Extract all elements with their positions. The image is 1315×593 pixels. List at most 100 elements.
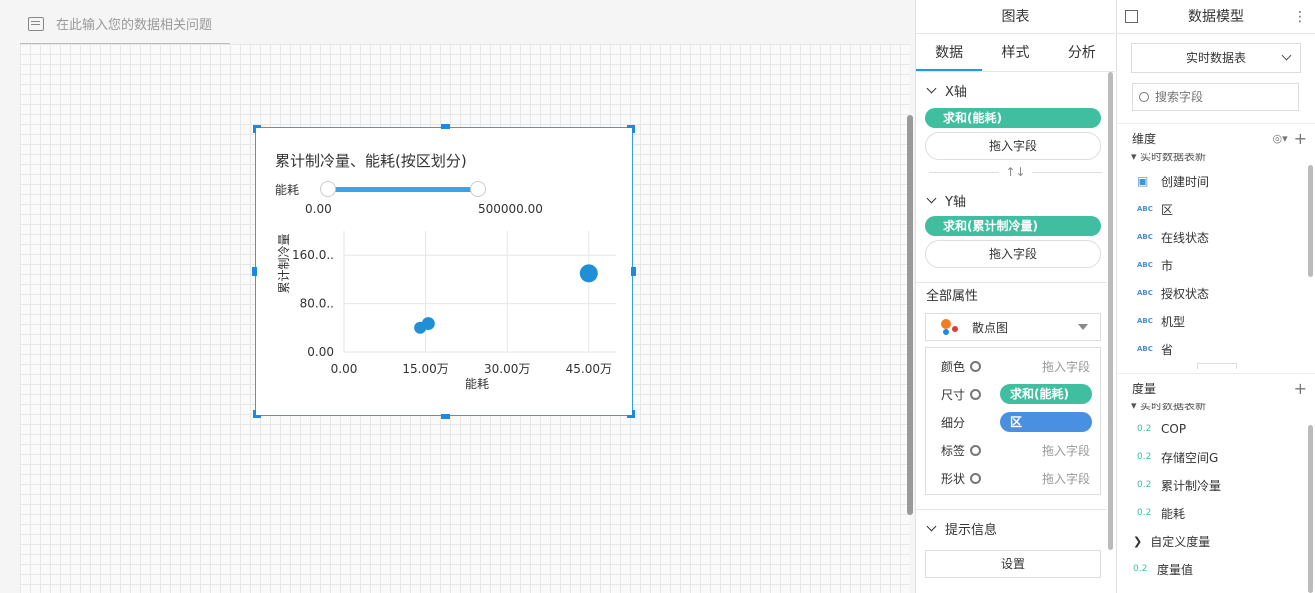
dimension-item[interactable]: ABC 市: [1117, 251, 1315, 279]
collapse-panel-icon[interactable]: [1125, 10, 1138, 23]
measure-item-label: 存储空间G: [1161, 450, 1219, 465]
dimension-item[interactable]: ABC 授权状态: [1117, 279, 1315, 307]
dimension-item[interactable]: ▣ 创建时间: [1117, 167, 1315, 195]
chart-type-select[interactable]: 散点图: [925, 313, 1101, 341]
field-search-input[interactable]: [1155, 90, 1285, 104]
scatter-point[interactable]: [579, 264, 598, 283]
measure-group[interactable]: ▾ 实时数据表新: [1117, 403, 1315, 415]
prop-detail[interactable]: 细分 区: [926, 408, 1100, 436]
tab-data[interactable]: 数据: [916, 34, 983, 71]
resize-handle-bottom[interactable]: [441, 414, 450, 419]
chart-widget[interactable]: 累计制冷量、能耗(按区划分) 能耗 0.00 500000.00 0.00 15.…: [252, 124, 636, 419]
dimension-item[interactable]: ABC 在线状态: [1117, 223, 1315, 251]
tab-analysis[interactable]: 分析: [1049, 34, 1115, 71]
list-resize-handle[interactable]: [1197, 363, 1237, 369]
x-axis-section-header[interactable]: X轴: [916, 72, 1115, 108]
scatter-plot[interactable]: 0.00 15.00万 30.00万 45.00万 0.00 80.0.. 160.0.. 能…: [256, 223, 632, 413]
dimension-scrollbar[interactable]: [1308, 165, 1313, 277]
range-slider-min-knob[interactable]: [320, 181, 336, 197]
prop-shape-label: 形状: [941, 471, 966, 486]
range-slider-max-knob[interactable]: [470, 181, 486, 197]
measure-item[interactable]: 0.2 累计制冷量: [1117, 471, 1315, 499]
measure-scrollbar[interactable]: [1308, 425, 1313, 593]
resize-handle-tr[interactable]: [627, 125, 635, 133]
dimension-group-label: 实时数据表新: [1140, 153, 1207, 163]
chevron-down-icon: [926, 193, 937, 203]
tab-style[interactable]: 样式: [982, 34, 1048, 71]
number-type-icon: 0.2: [1137, 424, 1152, 434]
prop-detail-pill[interactable]: 区: [1000, 412, 1092, 432]
measure-item-label: 能耗: [1161, 506, 1186, 521]
gear-icon[interactable]: [970, 472, 982, 484]
text-type-icon: ABC: [1137, 261, 1153, 269]
prop-color-label: 颜色: [941, 359, 966, 374]
x-axis-field-pill[interactable]: 求和(能耗): [925, 108, 1101, 128]
measure-group-label: 实时数据表新: [1140, 403, 1207, 412]
resize-handle-top[interactable]: [441, 124, 450, 129]
add-dimension-icon[interactable]: +: [1294, 129, 1307, 148]
gear-icon[interactable]: [970, 360, 982, 372]
tooltip-section-header[interactable]: 提示信息: [916, 510, 1115, 546]
globe-icon[interactable]: ◎▾: [1272, 132, 1287, 145]
measure-item[interactable]: 0.2 能耗: [1117, 499, 1315, 527]
y-tick-label: 80.0..: [300, 297, 334, 311]
number-type-icon: 0.2: [1137, 452, 1152, 462]
prop-size[interactable]: 尺寸 求和(能耗): [926, 380, 1100, 408]
dimension-group[interactable]: ▾ 实时数据表新: [1117, 153, 1315, 167]
measures-label: 度量: [1132, 382, 1157, 396]
scatter-chart-icon: [941, 319, 958, 335]
swap-axes-button[interactable]: ↑↓: [916, 160, 1115, 184]
range-slider-track[interactable]: [328, 187, 478, 192]
prop-detail-label: 细分: [941, 415, 966, 430]
y-axis-label: Y轴: [945, 194, 966, 210]
text-type-icon: ABC: [1137, 233, 1153, 241]
add-measure-icon[interactable]: +: [1294, 379, 1307, 398]
prop-color[interactable]: 颜色 拖入字段: [926, 352, 1100, 380]
field-search[interactable]: [1132, 83, 1299, 111]
prop-shape-drop[interactable]: 拖入字段: [1042, 470, 1090, 487]
dimension-item[interactable]: ABC 机型: [1117, 307, 1315, 335]
dimension-item-label: 市: [1161, 258, 1174, 273]
chevron-down-icon: [926, 521, 937, 531]
canvas-scrollbar[interactable]: [907, 115, 913, 515]
gear-icon[interactable]: [970, 444, 982, 456]
question-input[interactable]: 在此输入您的数据相关问题: [20, 4, 230, 44]
measures-header: 度量 +: [1117, 373, 1315, 403]
measure-item[interactable]: 0.2 存储空间G: [1117, 443, 1315, 471]
custom-measure-item[interactable]: ❯ 自定义度量: [1117, 527, 1315, 555]
tooltip-label: 提示信息: [945, 522, 998, 538]
dimension-item[interactable]: ABC 区: [1117, 195, 1315, 223]
y-axis-title: 累计制冷量: [277, 233, 291, 293]
dimension-item[interactable]: ABC 省: [1117, 335, 1315, 363]
measure-value-item[interactable]: 0.2 度量值: [1117, 555, 1315, 583]
prop-label-drop[interactable]: 拖入字段: [1042, 442, 1090, 459]
more-icon[interactable]: ⋮: [1293, 0, 1307, 34]
text-type-icon: ABC: [1137, 289, 1153, 297]
x-tick-label: 45.00万: [566, 362, 612, 376]
prop-color-drop[interactable]: 拖入字段: [1042, 358, 1090, 375]
tooltip-settings-button[interactable]: 设置: [925, 550, 1101, 578]
chevron-down-icon: [1281, 50, 1292, 61]
dropdown-arrow-icon: [1078, 324, 1088, 330]
prop-shape[interactable]: 形状 拖入字段: [926, 464, 1100, 492]
chart-panel-scrollbar[interactable]: [1108, 72, 1113, 550]
gear-icon[interactable]: [970, 388, 982, 400]
table-select[interactable]: 实时数据表: [1131, 43, 1301, 73]
y-axis-field-pill[interactable]: 求和(累计制冷量): [925, 216, 1101, 236]
chevron-down-icon: [926, 83, 937, 93]
canvas-area: 在此输入您的数据相关问题 累计制冷量、能耗(按区划分) 能耗 0.00 5000…: [0, 0, 915, 593]
measure-item[interactable]: 0.2 COP: [1117, 415, 1315, 443]
x-axis-drop-field[interactable]: 拖入字段: [925, 132, 1101, 160]
measure-item-label: 累计制冷量: [1161, 478, 1222, 493]
y-axis-section-header[interactable]: Y轴: [916, 184, 1115, 216]
resize-handle-tl[interactable]: [253, 125, 261, 133]
x-tick-label: 0.00: [331, 362, 358, 376]
y-tick-label: 160.0..: [292, 248, 334, 262]
prop-size-pill[interactable]: 求和(能耗): [1000, 384, 1092, 404]
x-axis-label: X轴: [945, 84, 967, 100]
y-axis-drop-field[interactable]: 拖入字段: [925, 240, 1101, 268]
comment-icon: [28, 16, 44, 31]
scatter-point[interactable]: [421, 317, 435, 331]
prop-label[interactable]: 标签 拖入字段: [926, 436, 1100, 464]
model-panel-title: 数据模型: [1188, 9, 1244, 25]
